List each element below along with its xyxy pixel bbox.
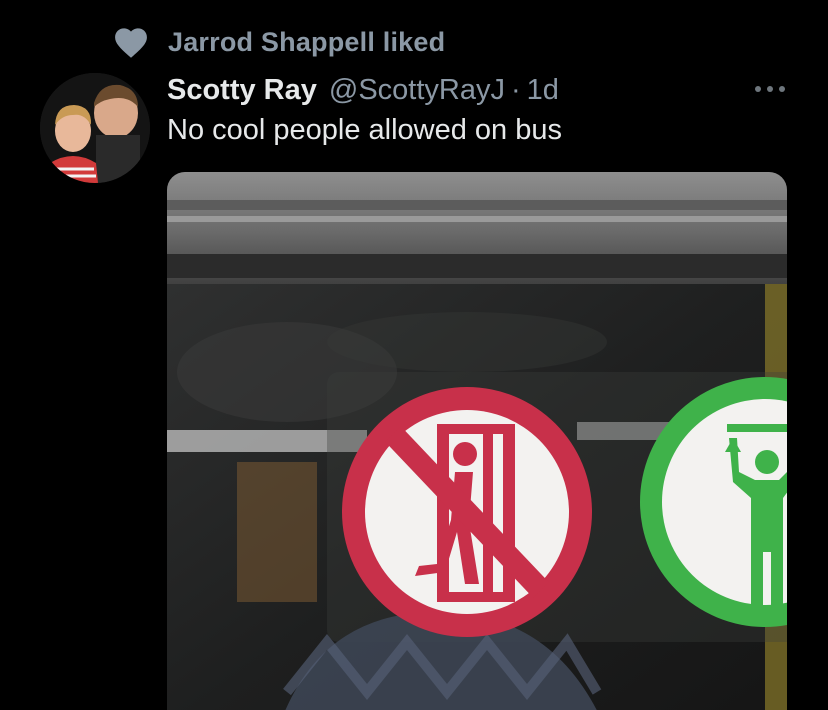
avatar-photo (40, 73, 150, 183)
author-handle[interactable]: @ScottyRayJ (329, 74, 505, 107)
timeline-page: Jarrod Shappell liked Scotty Ray @Scotty… (0, 0, 828, 710)
bus-window-photo (167, 172, 787, 710)
tweet-header: Scotty Ray @ScottyRayJ · 1d (167, 70, 559, 110)
heart-icon (115, 28, 147, 58)
tweet-photo[interactable] (167, 172, 787, 710)
tweet-text: No cool people allowed on bus (167, 114, 562, 146)
social-context-text: Jarrod Shappell liked (168, 26, 446, 57)
author-display-name[interactable]: Scotty Ray (167, 74, 317, 107)
more-options-button[interactable] (748, 74, 792, 104)
avatar[interactable] (40, 73, 150, 183)
social-context[interactable]: Jarrod Shappell liked (112, 24, 445, 60)
no-leaning-on-door-icon (342, 387, 592, 637)
more-horizontal-icon (755, 86, 785, 92)
separator-dot: · (511, 73, 521, 106)
tweet-timestamp[interactable]: 1d (527, 74, 559, 107)
